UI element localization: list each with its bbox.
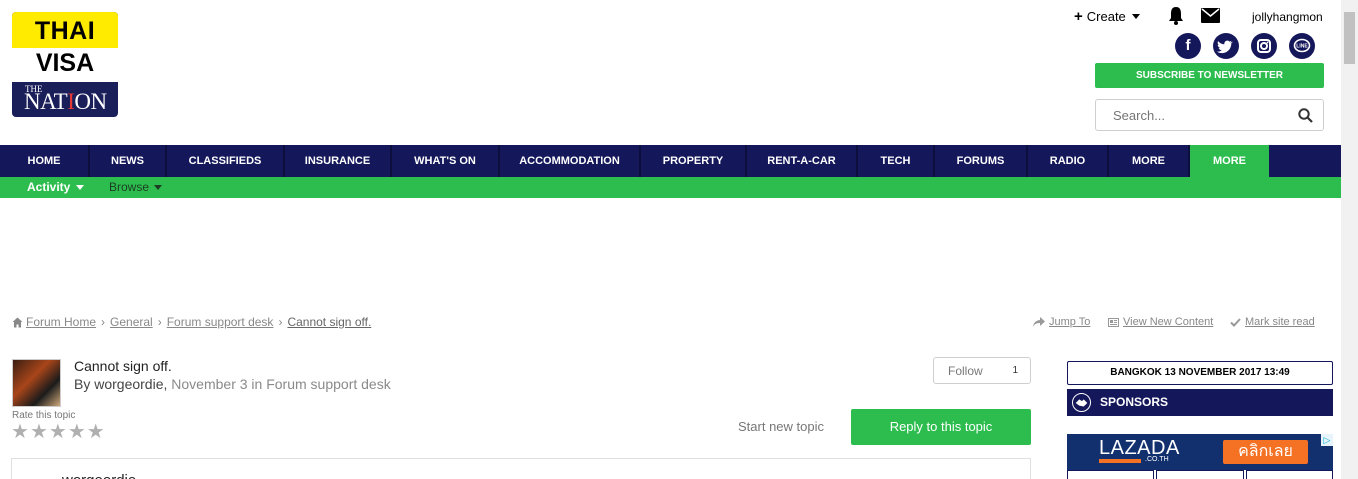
nav-forums[interactable]: FORUMS <box>935 145 1026 177</box>
logo-visa: VISA <box>12 48 118 82</box>
breadcrumb-current[interactable]: Cannot sign off. <box>287 315 371 329</box>
page-scrollbar[interactable] <box>1341 0 1358 479</box>
search-box[interactable] <box>1095 99 1324 131</box>
breadcrumb-general[interactable]: General <box>110 315 153 329</box>
star-rating[interactable]: ★ ★ ★ ★ ★ <box>11 422 105 442</box>
nav-classifieds[interactable]: CLASSIFIEDS <box>167 145 283 177</box>
activity-menu[interactable]: Activity <box>27 177 84 198</box>
sub-nav: Activity Browse <box>0 177 1341 198</box>
post-author-name[interactable]: worgeordie <box>62 472 136 479</box>
browse-menu[interactable]: Browse <box>109 177 163 198</box>
view-new-content-link[interactable]: View New Content <box>1108 316 1213 328</box>
breadcrumb-forum-home[interactable]: Forum Home <box>26 315 96 329</box>
sponsor-thumb[interactable] <box>1245 470 1333 479</box>
plus-icon: + <box>1074 8 1083 25</box>
subscribe-newsletter-button[interactable]: SUBSCRIBE TO NEWSLETTER <box>1095 63 1324 88</box>
star-icon[interactable]: ★ <box>68 422 86 442</box>
nav-rent-a-car[interactable]: RENT-A-CAR <box>747 145 856 177</box>
mail-icon[interactable] <box>1201 8 1220 23</box>
star-icon[interactable]: ★ <box>49 422 67 442</box>
main-nav: HOME NEWS CLASSIFIEDS INSURANCE WHAT'S O… <box>0 145 1341 177</box>
nav-tech[interactable]: TECH <box>858 145 933 177</box>
nav-more-active[interactable]: MORE <box>1190 145 1269 177</box>
create-label: Create <box>1086 9 1126 24</box>
mark-site-read-link[interactable]: Mark site read <box>1230 316 1315 328</box>
check-icon <box>1230 317 1241 327</box>
sponsor-thumb[interactable] <box>1156 470 1244 479</box>
nav-radio[interactable]: RADIO <box>1028 145 1107 177</box>
logo-nation: NATION <box>24 89 107 114</box>
share-arrow-icon <box>1033 317 1045 327</box>
nav-news[interactable]: NEWS <box>90 145 165 177</box>
home-icon <box>12 317 23 327</box>
reply-to-topic-button[interactable]: Reply to this topic <box>851 409 1031 445</box>
nav-whats-on[interactable]: WHAT'S ON <box>392 145 498 177</box>
lazada-domain: .CO.TH <box>1145 456 1169 463</box>
rate-topic-label: Rate this topic <box>12 410 76 421</box>
breadcrumb: Forum Home › General › Forum support des… <box>12 315 371 329</box>
scrollbar-thumb[interactable] <box>1344 12 1355 64</box>
sponsor-thumbnails <box>1067 470 1333 479</box>
logo-thai: THAI <box>12 12 118 48</box>
sponsors-header: SPONSORS <box>1067 389 1333 416</box>
search-input[interactable] <box>1113 108 1283 123</box>
lazada-underline <box>1099 459 1141 463</box>
twitter-icon[interactable] <box>1213 33 1239 59</box>
topic-title: Cannot sign off. <box>74 358 172 374</box>
caret-down-icon <box>75 185 84 191</box>
topic-meta: By worgeordie, November 3 in Forum suppo… <box>74 376 391 392</box>
sponsors-label: SPONSORS <box>1100 395 1169 409</box>
bell-icon[interactable] <box>1167 6 1185 26</box>
lazada-ad[interactable]: LAZADA .CO.TH คลิกเลย ▷ <box>1067 434 1333 470</box>
follow-count: 1 <box>1012 365 1018 376</box>
chevron-right-icon: › <box>101 315 106 329</box>
nav-property[interactable]: PROPERTY <box>641 145 745 177</box>
author-avatar[interactable] <box>12 359 61 407</box>
star-icon[interactable]: ★ <box>87 422 105 442</box>
nav-accommodation[interactable]: ACCOMMODATION <box>500 145 639 177</box>
topic-date-forum: November 3 in Forum support desk <box>171 376 391 392</box>
site-logo[interactable]: THAI VISA THE NATION <box>12 12 118 117</box>
breadcrumb-forum-support-desk[interactable]: Forum support desk <box>167 315 274 329</box>
sponsor-thumb[interactable] <box>1067 470 1155 479</box>
facebook-icon[interactable]: f <box>1175 33 1201 59</box>
jump-to-link[interactable]: Jump To <box>1033 316 1090 328</box>
chevron-right-icon: › <box>278 315 283 329</box>
nav-insurance[interactable]: INSURANCE <box>285 145 390 177</box>
svg-text:LINE: LINE <box>1296 44 1308 50</box>
handshake-icon <box>1072 393 1091 412</box>
first-post: worgeordie <box>11 458 1031 479</box>
search-icon[interactable] <box>1298 108 1313 123</box>
bangkok-date: BANGKOK 13 NOVEMBER 2017 13:49 <box>1067 361 1333 385</box>
line-icon[interactable]: LINE <box>1289 33 1315 59</box>
nav-home[interactable]: HOME <box>0 145 88 177</box>
user-menu[interactable]: jollyhangmon <box>1252 10 1324 24</box>
newspaper-icon <box>1108 317 1119 327</box>
nav-more[interactable]: MORE <box>1109 145 1188 177</box>
follow-button[interactable]: Follow 1 <box>933 357 1031 384</box>
instagram-icon[interactable] <box>1251 33 1277 59</box>
caret-down-icon <box>154 185 163 191</box>
topic-author[interactable]: By worgeordie, <box>74 376 167 392</box>
adchoices-icon[interactable]: ▷ <box>1321 434 1333 446</box>
star-icon[interactable]: ★ <box>11 422 29 442</box>
ad-cta-button[interactable]: คลิกเลย <box>1223 440 1308 464</box>
caret-down-icon <box>1131 14 1140 19</box>
follow-label: Follow <box>948 364 983 378</box>
create-menu[interactable]: + Create <box>1074 8 1140 25</box>
chevron-right-icon: › <box>157 315 162 329</box>
start-new-topic-link[interactable]: Start new topic <box>738 419 824 434</box>
star-icon[interactable]: ★ <box>30 422 48 442</box>
